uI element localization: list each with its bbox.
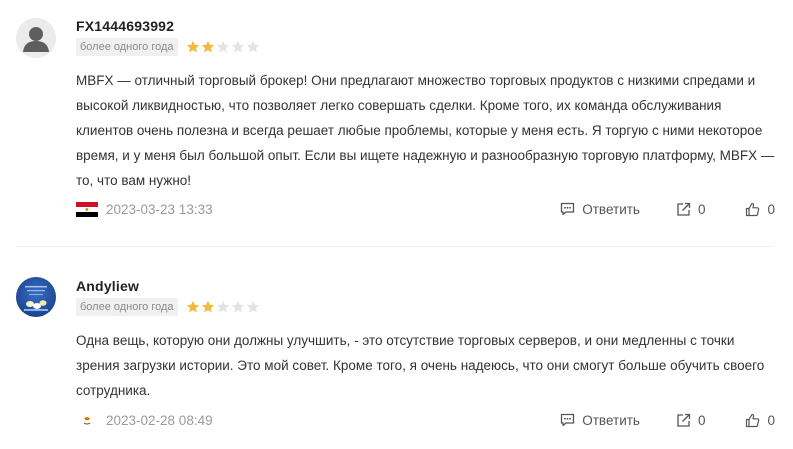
reply-label: Ответить: [582, 412, 640, 428]
comment-icon: [561, 413, 575, 427]
star-filled-icon: [201, 40, 214, 53]
review-meta: более одного года: [76, 38, 261, 56]
review-footer: 2023-02-28 08:49 Ответить 0 0: [76, 410, 775, 430]
star-empty-icon: [216, 300, 229, 313]
duration-badge: более одного года: [76, 38, 178, 56]
username[interactable]: FX1444693992: [76, 18, 174, 34]
review-text: Одна вещь, которую они должны улучшить, …: [76, 333, 765, 398]
thumbs-up-icon: [746, 202, 760, 216]
like-button[interactable]: 0: [745, 202, 775, 217]
star-filled-icon: [186, 300, 199, 313]
like-count: 0: [767, 412, 775, 428]
username[interactable]: Andyliew: [76, 278, 139, 294]
user-avatar[interactable]: [16, 277, 56, 317]
share-button[interactable]: 0: [676, 201, 706, 217]
star-rating: [186, 40, 261, 54]
share-count: 0: [697, 412, 706, 428]
review-actions: Ответить 0 0: [560, 413, 775, 428]
star-rating: [186, 300, 261, 314]
egypt-flag-icon: [76, 201, 98, 217]
duration-badge: более одного года: [76, 298, 178, 316]
avatar-image: [16, 277, 56, 317]
star-filled-icon: [201, 300, 214, 313]
share-icon: [677, 413, 691, 427]
review-text: MBFX — отличный торговый брокер! Они пре…: [76, 73, 775, 188]
share-icon: [677, 202, 691, 216]
review-footer: 2023-03-23 13:33 Ответить 0 0: [76, 199, 775, 219]
user-silhouette-icon: [16, 18, 56, 58]
star-empty-icon: [216, 40, 229, 53]
star-empty-icon: [231, 40, 244, 53]
star-filled-icon: [186, 40, 199, 53]
reply-button[interactable]: Ответить: [560, 202, 640, 217]
reply-button[interactable]: Ответить: [560, 413, 640, 428]
review-date: 2023-02-28 08:49: [106, 412, 213, 428]
cyprus-flag-icon: [76, 413, 98, 428]
comment-icon: [561, 202, 575, 216]
default-avatar[interactable]: [16, 18, 56, 58]
star-empty-icon: [246, 300, 259, 313]
review-divider: [16, 246, 773, 247]
like-count: 0: [767, 201, 775, 217]
reply-label: Ответить: [582, 201, 640, 217]
review-actions: Ответить 0 0: [560, 202, 775, 217]
share-button[interactable]: 0: [676, 412, 706, 428]
review-meta: более одного года: [76, 298, 261, 316]
like-button[interactable]: 0: [745, 413, 775, 428]
review-date: 2023-03-23 13:33: [106, 201, 213, 217]
share-count: 0: [697, 201, 706, 217]
thumbs-up-icon: [746, 413, 760, 427]
star-empty-icon: [246, 40, 259, 53]
star-empty-icon: [231, 300, 244, 313]
